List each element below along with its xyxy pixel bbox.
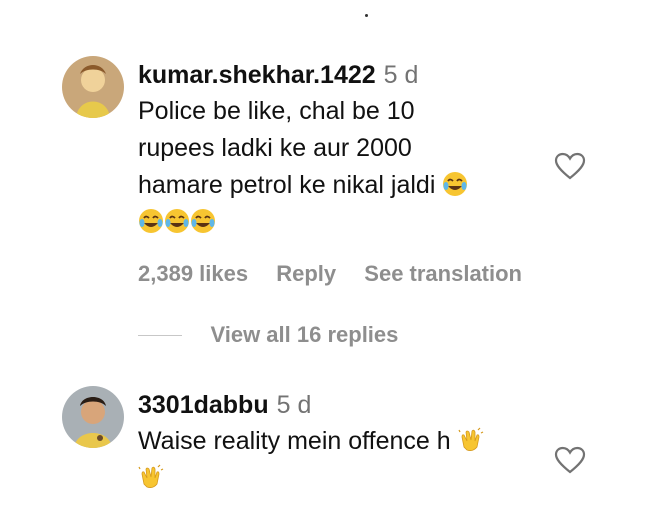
view-replies-link[interactable]: View all 16 replies	[210, 322, 398, 347]
comment-time: 5 d	[276, 391, 312, 419]
avatar[interactable]	[62, 56, 124, 118]
view-replies[interactable]: View all 16 replies	[138, 322, 398, 352]
likes-count[interactable]: 2,389 likes	[138, 261, 248, 286]
comment-text: Police be like, chal be 10 rupees ladki …	[138, 93, 550, 241]
menu-dot	[365, 14, 368, 17]
comment-text: Waise reality mein offence h	[138, 423, 550, 497]
comment-line: rupees ladki ke aur 2000	[138, 134, 412, 162]
heart-icon[interactable]	[554, 446, 586, 474]
clapping-hands-emoji-icon	[458, 427, 483, 451]
comment-line: Police be like, chal be 10	[138, 97, 415, 125]
tears-of-joy-emoji-icon	[165, 209, 189, 233]
comment-time: 5 d	[383, 61, 419, 89]
divider-line	[138, 334, 182, 336]
emoji-row	[138, 460, 550, 497]
clapping-hands-emoji-icon	[138, 464, 164, 488]
tears-of-joy-emoji-icon	[139, 209, 163, 233]
see-translation-link[interactable]: See translation	[364, 261, 522, 286]
comment-username[interactable]: kumar.shekhar.1422	[138, 61, 376, 89]
comment-actions: 2,389 likes Reply See translation	[138, 261, 550, 287]
comment-line: Waise reality mein offence h	[138, 427, 451, 455]
avatar[interactable]	[62, 386, 124, 448]
comment-line-with-emoji: hamare petrol ke nikal jaldi	[138, 167, 550, 204]
emoji-row	[138, 204, 550, 241]
comment-line: hamare petrol ke nikal jaldi	[138, 171, 436, 199]
comment-line-with-emoji: Waise reality mein offence h	[138, 423, 550, 460]
tears-of-joy-emoji-icon	[191, 209, 215, 233]
reply-button[interactable]: Reply	[276, 261, 336, 286]
comment-username[interactable]: 3301dabbu	[138, 391, 269, 419]
heart-icon[interactable]	[554, 152, 586, 180]
tears-of-joy-emoji-icon	[443, 172, 468, 196]
